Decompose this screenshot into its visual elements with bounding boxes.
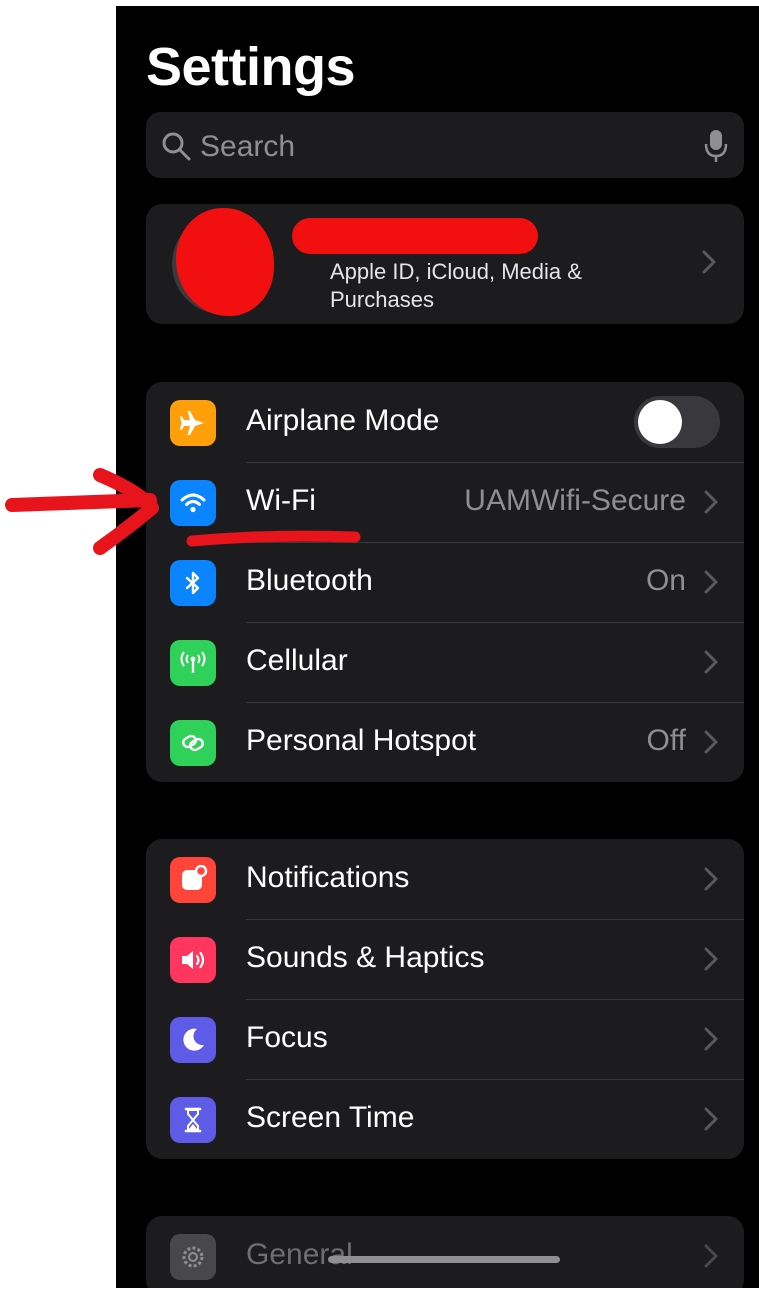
gear-icon: [170, 1234, 216, 1280]
settings-row-screen-time[interactable]: Screen Time: [146, 1079, 744, 1159]
notifications-icon: [170, 857, 216, 903]
alerts-group: Notifications Sounds & Haptics Focus Scr…: [146, 839, 744, 1159]
chevron-right-icon: [704, 650, 718, 674]
toggle-knob: [638, 400, 682, 444]
settings-screen: Settings Search Apple ID, iCloud, Media …: [116, 6, 759, 1288]
chevron-right-icon: [704, 730, 718, 754]
connectivity-group: Airplane Mode Wi-Fi UAMWifi-Secure Bluet…: [146, 382, 744, 782]
settings-row-notifications[interactable]: Notifications: [146, 839, 744, 919]
settings-row-sounds-haptics[interactable]: Sounds & Haptics: [146, 919, 744, 999]
row-label: Bluetooth: [246, 564, 373, 597]
settings-row-bluetooth[interactable]: Bluetooth On: [146, 542, 744, 622]
wifi-icon: [170, 480, 216, 526]
hotspot-icon: [170, 720, 216, 766]
row-label: Sounds & Haptics: [246, 941, 485, 974]
row-label: Cellular: [246, 644, 348, 677]
settings-row-focus[interactable]: Focus: [146, 999, 744, 1079]
chevron-right-icon: [702, 250, 716, 274]
chevron-right-icon: [704, 1244, 718, 1268]
row-label: Personal Hotspot: [246, 724, 477, 757]
chevron-right-icon: [704, 1107, 718, 1131]
chevron-right-icon: [704, 947, 718, 971]
chevron-right-icon: [704, 1027, 718, 1051]
row-value: UAMWifi-Secure: [464, 484, 686, 517]
row-label: Focus: [246, 1021, 328, 1054]
airplane-icon: [170, 400, 216, 446]
row-value: Off: [646, 724, 686, 757]
row-label: Screen Time: [246, 1101, 415, 1134]
settings-row-airplane-mode[interactable]: Airplane Mode: [146, 382, 744, 462]
row-value: On: [645, 564, 686, 597]
general-group: General: [146, 1216, 744, 1288]
apple-id-card[interactable]: Apple ID, iCloud, Media & Purchases: [146, 204, 744, 324]
settings-row-general[interactable]: General: [146, 1216, 744, 1288]
row-label: Airplane Mode: [246, 404, 440, 437]
settings-row-personal-hotspot[interactable]: Personal Hotspot Off: [146, 702, 744, 782]
search-icon: [162, 132, 191, 161]
settings-row-wifi[interactable]: Wi-Fi UAMWifi-Secure: [146, 462, 744, 542]
chevron-right-icon: [704, 867, 718, 891]
bluetooth-icon: [170, 560, 216, 606]
hourglass-icon: [170, 1097, 216, 1143]
cellular-icon: [170, 640, 216, 686]
page-title: Settings: [146, 37, 356, 97]
chevron-right-icon: [704, 570, 718, 594]
sounds-icon: [170, 937, 216, 983]
search-field[interactable]: Search: [146, 112, 744, 178]
row-label: Notifications: [246, 861, 410, 894]
airplane-mode-toggle[interactable]: [634, 396, 720, 448]
settings-row-cellular[interactable]: Cellular: [146, 622, 744, 702]
row-label: General: [246, 1238, 353, 1271]
chevron-right-icon: [704, 490, 718, 514]
microphone-icon[interactable]: [704, 128, 728, 164]
profile-subtitle: Apple ID, iCloud, Media & Purchases: [330, 259, 582, 312]
moon-icon: [170, 1017, 216, 1063]
search-placeholder: Search: [200, 130, 296, 163]
name-redaction-mark: [292, 218, 538, 254]
home-indicator[interactable]: [328, 1256, 560, 1263]
row-label: Wi-Fi: [246, 484, 316, 517]
